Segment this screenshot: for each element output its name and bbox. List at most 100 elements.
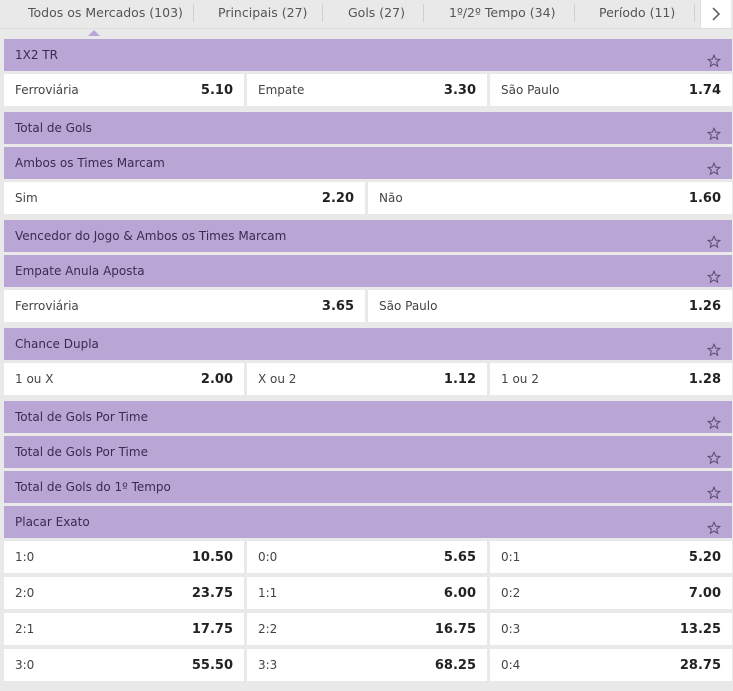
selection-label: 3:3 — [258, 658, 278, 672]
market-title: Total de Gols — [15, 121, 92, 135]
selection-label: X ou 2 — [258, 372, 297, 386]
selection-label: Ferroviária — [15, 299, 79, 313]
market-header-chance-dupla[interactable]: Chance Dupla — [4, 328, 732, 360]
odds-button[interactable]: 0:0 5.65 — [247, 541, 487, 573]
star-icon[interactable] — [706, 229, 722, 249]
odds-value: 5.10 — [200, 82, 233, 98]
market-title: Vencedor do Jogo & Ambos os Times Marcam — [15, 229, 287, 243]
market-title: Total de Gols do 1º Tempo — [15, 480, 171, 494]
selection-label: 0:1 — [501, 550, 521, 564]
selection-label: 3:0 — [15, 658, 35, 672]
market-header-vencedor-do-jogo-ambos-os-times-marcam[interactable]: Vencedor do Jogo & Ambos os Times Marcam — [4, 220, 732, 252]
selection-label: Ferroviária — [15, 83, 79, 97]
tab-separator — [574, 4, 575, 22]
tab-separator — [193, 4, 194, 22]
selection-label: 1:0 — [15, 550, 35, 564]
odds-value: 55.50 — [191, 657, 233, 673]
tab-main[interactable]: Principais (27) — [218, 0, 307, 28]
market-header-empate-anula-aposta[interactable]: Empate Anula Aposta — [4, 255, 732, 287]
odds-value: 23.75 — [191, 585, 233, 601]
tab-goals[interactable]: Gols (27) — [348, 0, 405, 28]
selection-label: São Paulo — [501, 83, 560, 97]
odds-button[interactable]: São Paulo 1.74 — [490, 74, 732, 106]
odds-value: 10.50 — [191, 549, 233, 565]
tab-separator — [423, 4, 424, 22]
selection-label: 0:4 — [501, 658, 521, 672]
selection-label: 0:3 — [501, 622, 521, 636]
odds-value: 68.25 — [434, 657, 476, 673]
odds-button[interactable]: X ou 2 1.12 — [247, 363, 487, 395]
tab-period[interactable]: Período (11) — [599, 0, 675, 28]
market-title: Total de Gols Por Time — [15, 410, 148, 424]
odds-button[interactable]: Sim 2.20 — [4, 182, 365, 214]
star-icon[interactable] — [706, 515, 722, 535]
market-header-total-de-gols-por-time[interactable]: Total de Gols Por Time — [4, 436, 732, 468]
odds-button[interactable]: 2:0 23.75 — [4, 577, 244, 609]
tab-separator — [322, 4, 323, 22]
market-title: Chance Dupla — [15, 337, 99, 351]
odds-button[interactable]: 3:3 68.25 — [247, 649, 487, 681]
odds-value: 2.20 — [321, 190, 354, 206]
star-icon[interactable] — [706, 156, 722, 176]
odds-button[interactable]: Ferroviária 3.65 — [4, 290, 365, 322]
odds-value: 1.26 — [688, 298, 721, 314]
odds-button[interactable]: 1:1 6.00 — [247, 577, 487, 609]
odds-button[interactable]: 0:4 28.75 — [490, 649, 732, 681]
star-icon[interactable] — [706, 445, 722, 465]
tab-halves[interactable]: 1º/2º Tempo (34) — [449, 0, 555, 28]
star-icon[interactable] — [706, 410, 722, 430]
odds-button[interactable]: 0:3 13.25 — [490, 613, 732, 645]
tabs-next-button[interactable] — [700, 0, 731, 28]
odds-value: 1.12 — [443, 371, 476, 387]
selection-label: 2:1 — [15, 622, 35, 636]
selection-label: 2:2 — [258, 622, 278, 636]
selection-label: 0:0 — [258, 550, 278, 564]
odds-button[interactable]: 1 ou 2 1.28 — [490, 363, 732, 395]
selection-label: 2:0 — [15, 586, 35, 600]
odds-value: 5.20 — [688, 549, 721, 565]
star-icon[interactable] — [706, 480, 722, 500]
star-icon[interactable] — [706, 264, 722, 284]
odds-value: 13.25 — [679, 621, 721, 637]
odds-value: 7.00 — [688, 585, 721, 601]
odds-value: 1.28 — [688, 371, 721, 387]
market-header-total-de-gols-por-time[interactable]: Total de Gols Por Time — [4, 401, 732, 433]
odds-value: 17.75 — [191, 621, 233, 637]
odds-button[interactable]: Não 1.60 — [368, 182, 732, 214]
odds-button[interactable]: 1:0 10.50 — [4, 541, 244, 573]
market-header-placar-exato[interactable]: Placar Exato — [4, 506, 732, 538]
odds-value: 5.65 — [443, 549, 476, 565]
odds-button[interactable]: 1 ou X 2.00 — [4, 363, 244, 395]
odds-button[interactable]: 2:1 17.75 — [4, 613, 244, 645]
selection-label: 1 ou X — [15, 372, 54, 386]
star-icon[interactable] — [706, 337, 722, 357]
odds-button[interactable]: 3:0 55.50 — [4, 649, 244, 681]
odds-value: 3.30 — [443, 82, 476, 98]
market-header-ambos-os-times-marcam[interactable]: Ambos os Times Marcam — [4, 147, 732, 179]
tab-all-markets[interactable]: Todos os Mercados (103) — [28, 0, 183, 28]
tab-separator — [694, 4, 695, 22]
odds-button[interactable]: São Paulo 1.26 — [368, 290, 732, 322]
odds-button[interactable]: Ferroviária 5.10 — [4, 74, 244, 106]
market-header-1x2-tr[interactable]: 1X2 TR — [4, 39, 732, 71]
odds-button[interactable]: 0:2 7.00 — [490, 577, 732, 609]
odds-button[interactable]: 2:2 16.75 — [247, 613, 487, 645]
odds-button[interactable]: Empate 3.30 — [247, 74, 487, 106]
odds-value: 16.75 — [434, 621, 476, 637]
market-header-total-de-gols-do-1-tempo[interactable]: Total de Gols do 1º Tempo — [4, 471, 732, 503]
market-title: Total de Gols Por Time — [15, 445, 148, 459]
selection-label: 1:1 — [258, 586, 278, 600]
market-tabs: Todos os Mercados (103) Principais (27) … — [0, 0, 733, 29]
star-icon[interactable] — [706, 121, 722, 141]
odds-value: 1.60 — [688, 190, 721, 206]
selection-label: São Paulo — [379, 299, 438, 313]
odds-value: 2.00 — [200, 371, 233, 387]
selection-label: 0:2 — [501, 586, 521, 600]
selection-label: Sim — [15, 191, 38, 205]
selection-label: Empate — [258, 83, 305, 97]
star-icon[interactable] — [706, 48, 722, 68]
market-title: 1X2 TR — [15, 48, 58, 62]
market-title: Empate Anula Aposta — [15, 264, 145, 278]
odds-button[interactable]: 0:1 5.20 — [490, 541, 732, 573]
market-header-total-de-gols[interactable]: Total de Gols — [4, 112, 732, 144]
